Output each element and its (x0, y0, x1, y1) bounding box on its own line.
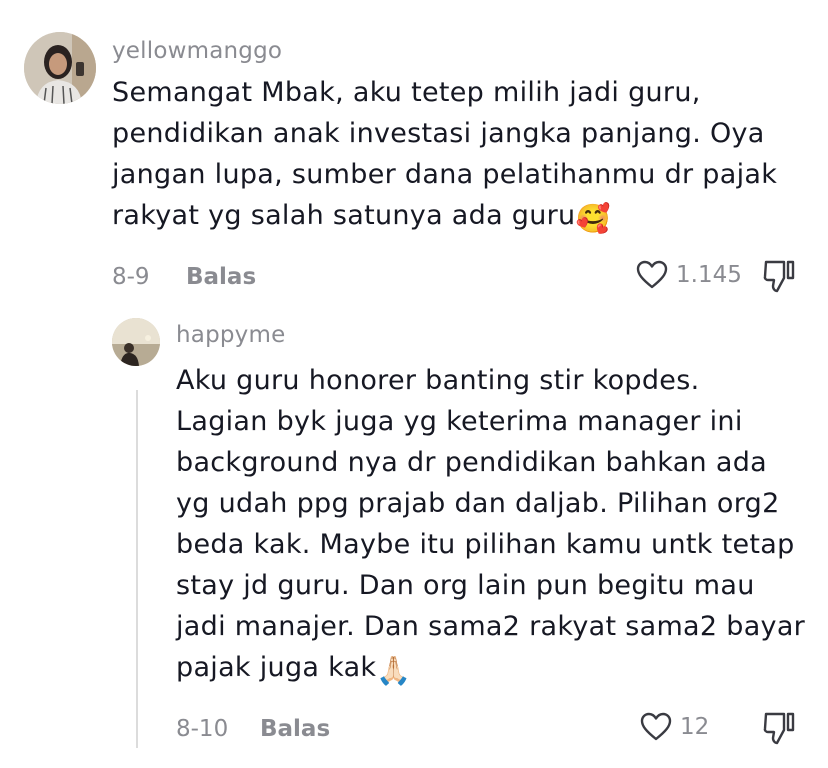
smiling-face-with-hearts-emoji: 🥰 (575, 202, 611, 235)
comment-date: 8-10 (176, 716, 229, 742)
dislike-button[interactable] (762, 258, 796, 298)
profile-photo-icon (112, 318, 160, 366)
folded-hands-emoji: 🙏🏻 (376, 654, 412, 687)
reply-button[interactable]: Balas (260, 716, 330, 742)
comment-2-reply: happyme Aku guru honorer banting stir ko… (0, 300, 828, 768)
profile-photo-icon (24, 32, 96, 104)
comment-date: 8-9 (112, 264, 150, 290)
thumbs-down-icon (763, 260, 795, 293)
comment-1: yellowmanggo Semangat Mbak, aku tetep mi… (0, 0, 828, 300)
thumbs-down-icon (763, 712, 795, 745)
like-button[interactable]: 1.145 (636, 260, 742, 290)
avatar[interactable] (24, 32, 96, 104)
comment-body: Aku guru honorer banting stir kopdes. La… (176, 365, 806, 683)
comment-username[interactable]: yellowmanggo (112, 38, 282, 64)
heart-outline-icon (640, 712, 672, 741)
heart-outline-icon (636, 260, 668, 289)
reply-button[interactable]: Balas (186, 264, 256, 290)
comment-username[interactable]: happyme (176, 322, 285, 348)
comment-body: Semangat Mbak, aku tetep milih jadi guru… (112, 77, 778, 231)
dislike-button[interactable] (762, 710, 796, 750)
like-count: 12 (680, 714, 710, 740)
comment-text: Semangat Mbak, aku tetep milih jadi guru… (112, 72, 812, 239)
like-count: 1.145 (676, 262, 742, 288)
like-button[interactable]: 12 (640, 712, 709, 742)
comment-text: Aku guru honorer banting stir kopdes. La… (176, 360, 816, 691)
avatar[interactable] (112, 318, 160, 366)
